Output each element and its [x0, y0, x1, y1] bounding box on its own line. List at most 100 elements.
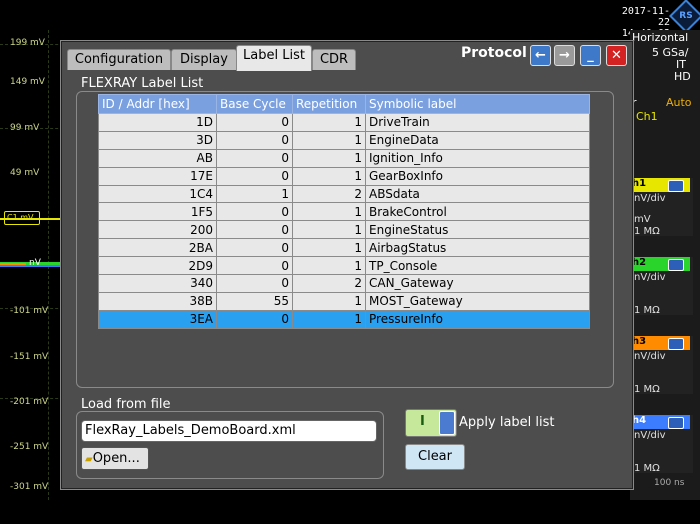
- table-row[interactable]: 3EA 0 1 PressureInfo: [98, 309, 590, 329]
- table-row[interactable]: 1F5 0 1 BrakeControl: [98, 202, 590, 222]
- apply-label-list-toggle[interactable]: I: [405, 409, 457, 437]
- table-cell[interactable]: 1F5: [98, 202, 217, 222]
- trigger-source: Ch1: [636, 110, 658, 123]
- table-row[interactable]: 2D9 0 1 TP_Console: [98, 256, 590, 276]
- table-cell[interactable]: 1D: [98, 113, 217, 132]
- clear-button[interactable]: Clear: [405, 444, 465, 470]
- table-cell[interactable]: DriveTrain: [365, 113, 590, 132]
- table-cell[interactable]: CAN_Gateway: [365, 274, 590, 293]
- table-row[interactable]: 17E 0 1 GearBoxInfo: [98, 166, 590, 186]
- table-row[interactable]: 1D 0 1 DriveTrain: [98, 113, 590, 132]
- table-cell[interactable]: 1: [292, 291, 366, 311]
- ch1-marker-unit: mV: [20, 213, 34, 222]
- toggle-knob[interactable]: [439, 411, 455, 435]
- table-cell[interactable]: 1: [292, 202, 366, 222]
- table-cell[interactable]: PressureInfo: [365, 309, 590, 329]
- table-cell[interactable]: 1: [292, 309, 366, 329]
- table-cell[interactable]: AB: [98, 148, 217, 168]
- arrow-left-icon[interactable]: ←: [530, 45, 551, 66]
- table-cell[interactable]: 55: [216, 291, 293, 311]
- table-cell[interactable]: 0: [216, 113, 293, 132]
- table-row[interactable]: 1C4 1 2 ABSdata: [98, 184, 590, 204]
- label-table: ID / Addr [hex] Base Cycle Repetition Sy…: [98, 94, 590, 329]
- protocol-dialog: Configuration Display Label List CDR Pro…: [60, 40, 634, 490]
- table-cell[interactable]: 1: [292, 113, 366, 132]
- column-header[interactable]: Symbolic label: [365, 94, 590, 114]
- ch1-impedance: 1 MΩ: [634, 226, 660, 237]
- table-row[interactable]: 200 0 1 EngineStatus: [98, 220, 590, 240]
- table-cell[interactable]: 0: [216, 274, 293, 293]
- table-cell[interactable]: 38B: [98, 291, 217, 311]
- close-icon[interactable]: ✕: [606, 45, 627, 66]
- tab-cdr[interactable]: CDR: [312, 49, 356, 70]
- table-cell[interactable]: 2BA: [98, 238, 217, 258]
- table-cell[interactable]: Ignition_Info: [365, 148, 590, 168]
- table-cell[interactable]: EngineData: [365, 130, 590, 150]
- table-cell[interactable]: 3EA: [98, 309, 217, 329]
- ch3-menu-button[interactable]: [668, 338, 684, 350]
- table-cell[interactable]: 1: [292, 166, 366, 186]
- ch2-impedance: 1 MΩ: [634, 305, 660, 316]
- tab-display[interactable]: Display: [171, 49, 237, 70]
- table-cell[interactable]: AirbagStatus: [365, 238, 590, 258]
- table-cell[interactable]: 200: [98, 220, 217, 240]
- ch1-offset-marker[interactable]: C1 mV: [4, 211, 40, 225]
- ch3-scale: nV/div: [634, 351, 666, 362]
- table-cell[interactable]: 3D: [98, 130, 217, 150]
- table-row[interactable]: 38B 55 1 MOST_Gateway: [98, 291, 590, 311]
- table-cell[interactable]: 1: [216, 184, 293, 204]
- table-cell[interactable]: MOST_Gateway: [365, 291, 590, 311]
- table-cell[interactable]: 1: [292, 130, 366, 150]
- table-cell[interactable]: 1C4: [98, 184, 217, 204]
- table-cell[interactable]: 0: [216, 202, 293, 222]
- arrow-right-icon[interactable]: →: [554, 45, 575, 66]
- table-cell[interactable]: 2D9: [98, 256, 217, 276]
- table-row[interactable]: AB 0 1 Ignition_Info: [98, 148, 590, 168]
- table-cell[interactable]: BrakeControl: [365, 202, 590, 222]
- table-cell[interactable]: EngineStatus: [365, 220, 590, 240]
- ch1-menu-button[interactable]: [668, 180, 684, 192]
- axis-label: -151 mV: [10, 352, 49, 362]
- table-cell[interactable]: 17E: [98, 166, 217, 186]
- axis-label: 149 mV: [10, 77, 45, 87]
- table-cell[interactable]: 1: [292, 148, 366, 168]
- table-cell[interactable]: 0: [216, 166, 293, 186]
- ch4-menu-button[interactable]: [668, 417, 684, 429]
- table-cell[interactable]: 0: [216, 220, 293, 240]
- table-cell[interactable]: ABSdata: [365, 184, 590, 204]
- ch3-trace: [0, 263, 26, 265]
- ch1-scale: nV/div: [634, 193, 666, 204]
- time-per-div: 100 ns: [654, 478, 685, 488]
- minimize-icon[interactable]: _: [580, 45, 601, 66]
- column-header[interactable]: ID / Addr [hex]: [98, 94, 217, 114]
- table-row[interactable]: 340 0 2 CAN_Gateway: [98, 274, 590, 293]
- table-cell[interactable]: 340: [98, 274, 217, 293]
- column-header[interactable]: Repetition: [292, 94, 366, 114]
- table-cell[interactable]: 0: [216, 256, 293, 276]
- table-row[interactable]: 3D 0 1 EngineData: [98, 130, 590, 150]
- ch2-menu-button[interactable]: [668, 259, 684, 271]
- table-cell[interactable]: 0: [216, 238, 293, 258]
- date-text: 2017-11-22: [621, 6, 670, 28]
- folder-icon: ▰: [85, 454, 93, 465]
- table-row[interactable]: 2BA 0 1 AirbagStatus: [98, 238, 590, 258]
- column-header[interactable]: Base Cycle: [216, 94, 293, 114]
- table-cell[interactable]: 1: [292, 220, 366, 240]
- ch4-scale: nV/div: [634, 430, 666, 441]
- table-cell[interactable]: 0: [216, 309, 293, 329]
- table-cell[interactable]: TP_Console: [365, 256, 590, 276]
- tab-configuration[interactable]: Configuration: [67, 49, 171, 70]
- dialog-title: Protocol: [461, 45, 527, 61]
- table-cell[interactable]: 0: [216, 130, 293, 150]
- open-button[interactable]: ▰Open...: [81, 447, 149, 470]
- table-cell[interactable]: GearBoxInfo: [365, 166, 590, 186]
- file-name-field[interactable]: FlexRay_Labels_DemoBoard.xml: [81, 420, 377, 442]
- table-cell[interactable]: 2: [292, 274, 366, 293]
- axis-label: -301 mV: [10, 482, 49, 492]
- table-cell[interactable]: 2: [292, 184, 366, 204]
- trace-unit-label: nV: [29, 258, 41, 268]
- table-cell[interactable]: 1: [292, 256, 366, 276]
- table-cell[interactable]: 0: [216, 148, 293, 168]
- table-cell[interactable]: 1: [292, 238, 366, 258]
- tab-label-list[interactable]: Label List: [236, 45, 312, 71]
